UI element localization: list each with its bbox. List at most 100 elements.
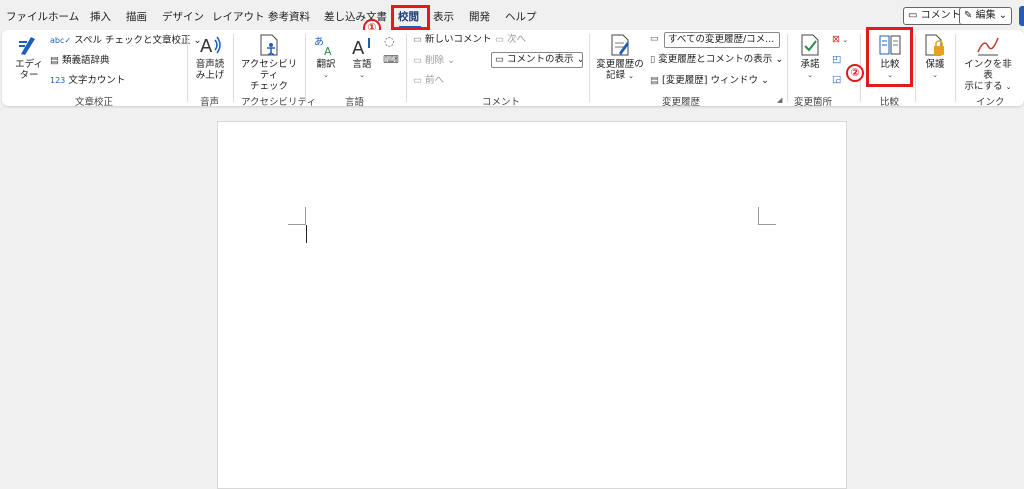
accessibility-icon [260,34,278,56]
tab-view[interactable]: 表示 [433,10,454,24]
chevron-down-icon: ⌄ [1005,83,1012,91]
pencil-icon: ✎ [964,10,973,21]
spelling-grammar-button[interactable]: abc✓ スペル チェックと文章校正 ⌄ [50,35,201,47]
group-separator [915,34,916,102]
step-2-marker: ② [846,64,864,82]
translate-icon: あ A [314,36,332,56]
group-label-ink: インク [976,97,1005,108]
previous-change-icon[interactable]: ◰ [832,54,841,66]
chevron-down-icon: ⌄ [447,55,456,66]
next-change-icon[interactable]: ◲ [832,74,841,86]
reviewing-pane-button[interactable]: ▤ [変更履歴] ウィンドウ ⌄ [650,75,769,87]
tab-developer[interactable]: 開発 [469,10,490,24]
word-count-icon: 123 [50,76,66,85]
protect-button[interactable]: 保護 ⌄ [920,34,950,81]
delete-comment-icon: ▭ [413,55,422,66]
group-label-comments: コメント [482,97,521,108]
previous-comment-label: 前へ [425,75,445,86]
new-comment-button[interactable]: ▭ 新しいコメント [413,34,492,46]
comments-button[interactable]: ▭ コメント [903,7,966,25]
ink-icon [977,37,999,56]
document-page[interactable] [217,121,847,489]
group-label-language: 言語 [345,97,365,108]
dialog-launcher-icon[interactable]: ◢ [777,96,782,104]
comment-icon: ▭ [908,10,918,21]
tab-help[interactable]: ヘルプ [505,10,537,24]
language-button[interactable]: A 言語 ⌄ [347,34,377,81]
editing-mode-label: 編集 [975,10,996,21]
svg-text:A: A [352,38,365,56]
new-comment-label: 新しいコメント [425,34,492,45]
word-count-button[interactable]: 123 文字カウント [50,75,125,87]
show-markup-button[interactable]: ▯ 変更履歴とコメントの表示 ⌄ [650,54,783,66]
tab-references[interactable]: 参考資料 [268,10,310,24]
group-separator [406,34,407,102]
group-label-proofing: 文章校正 [75,97,114,108]
highlight-compare-button [866,27,913,87]
crop-mark-top-right-v [758,207,759,225]
delete-comment-button[interactable]: ▭ 削除 ⌄ [413,55,455,67]
accept-button[interactable]: 承諾 ⌄ [795,34,825,81]
keyboard-icon[interactable]: ⌨ [383,54,399,66]
chevron-down-icon: ⌄ [628,72,634,80]
read-aloud-button[interactable]: A 音声読 み上げ [192,34,228,81]
tab-design[interactable]: デザイン [162,10,204,24]
show-comments-label: コメントの表示 [507,54,574,65]
comments-button-label: コメント [920,10,961,21]
tab-draw[interactable]: 描画 [126,10,147,24]
display-for-review-dropdown[interactable]: すべての変更履歴/コメ... [664,32,780,48]
tab-insert[interactable]: 挿入 [90,10,111,24]
svg-text:A: A [324,45,332,56]
language-extra-icon[interactable]: ◌ [384,35,394,47]
group-separator [787,34,788,102]
tab-home[interactable]: ホーム [48,10,79,24]
group-separator [233,34,234,102]
group-separator [955,34,956,102]
editing-mode-button[interactable]: ✎ 編集 ⌄ [959,7,1013,25]
hide-ink-label: インクを非表 示にする [964,59,1012,92]
track-changes-label: 変更履歴の 記録 [596,59,644,81]
translate-label: 翻訳 [316,59,336,70]
next-comment-label: 次へ [507,34,527,45]
spelling-label: スペル チェックと文章校正 [74,35,191,46]
text-cursor [306,225,307,243]
ribbon-tab-bar: ファイル ホーム 挿入 描画 デザイン レイアウト 参考資料 差し込み文書 校閲… [0,0,1024,30]
next-comment-button[interactable]: ▭ 次へ [495,34,526,46]
editor-label: エディ ター [15,59,43,81]
crop-mark-top-right-h [758,224,776,225]
comment-icon: ▭ [495,54,504,65]
tab-file[interactable]: ファイル [6,10,48,24]
highlight-review-tab [391,5,430,30]
translate-button[interactable]: あ A 翻訳 ⌄ [311,34,341,81]
protect-label: 保護 [925,59,945,70]
accept-icon [801,34,819,56]
spellcheck-icon: abc✓ [50,36,72,45]
chevron-down-icon: ⌄ [359,71,365,79]
chevron-down-icon: ⌄ [807,71,813,79]
chevron-down-icon: ⌄ [577,54,582,65]
tab-layout[interactable]: レイアウト [212,10,265,24]
previous-comment-button[interactable]: ▭ 前へ [413,75,444,87]
crop-mark-top-left-v [305,207,306,225]
chevron-down-icon: ⌄ [932,71,938,79]
crop-mark-top-left-h [288,224,306,225]
document-icon: ▯ [650,54,656,65]
next-comment-icon: ▭ [495,34,504,45]
thesaurus-button[interactable]: ▤ 類義語辞典 [50,55,110,67]
reject-icon[interactable]: ⊠ ⌄ [832,34,848,46]
group-label-changes: 変更箇所 [794,97,833,108]
language-label: 言語 [352,59,372,70]
track-changes-button[interactable]: 変更履歴の 記録 ⌄ [594,34,646,82]
editor-button[interactable]: エディ ター [12,34,46,81]
check-accessibility-label: アクセシビリティ チェック [240,59,298,92]
thesaurus-label: 類義語辞典 [62,55,110,66]
track-changes-icon [611,34,629,56]
share-button-edge[interactable] [1019,6,1024,26]
hide-ink-button[interactable]: インクを非表 示にする ⌄ [960,34,1016,93]
book-icon: ▤ [50,55,59,66]
word-count-label: 文字カウント [68,75,126,86]
show-comments-dropdown[interactable]: ▭ コメントの表示 ⌄ [491,52,583,68]
check-accessibility-button[interactable]: アクセシビリティ チェック [238,34,300,92]
accept-label: 承諾 [800,59,820,70]
editor-icon [19,37,35,55]
